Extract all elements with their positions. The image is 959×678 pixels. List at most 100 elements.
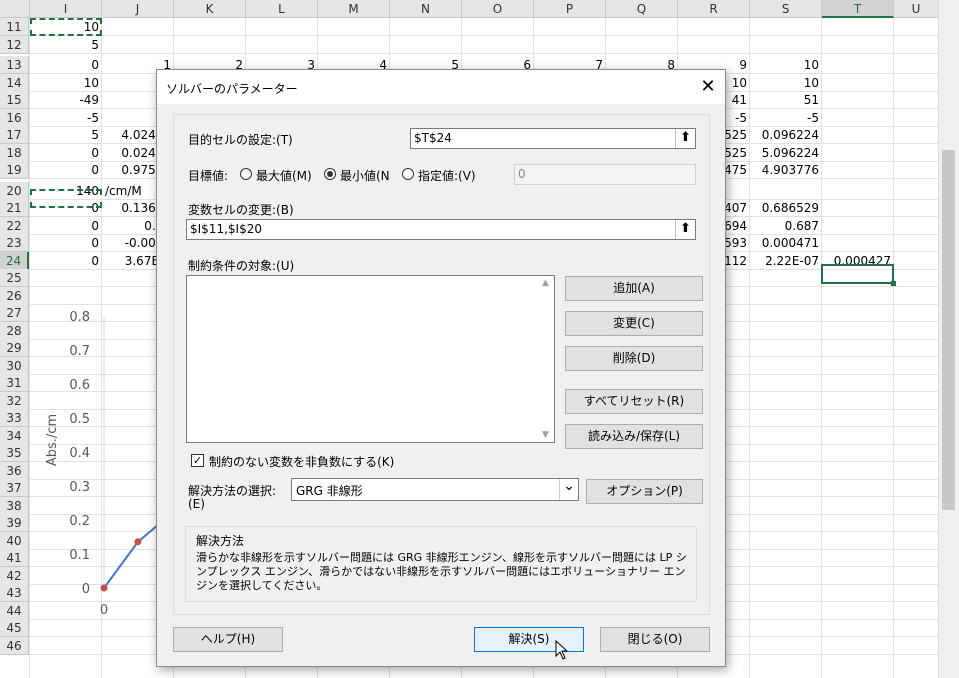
nonnegative-checkbox[interactable]: ✓ [191, 454, 204, 467]
row-header-32[interactable]: 32 [0, 391, 29, 410]
constraints-list[interactable]: ▲ ▼ [186, 275, 555, 443]
row-header-39[interactable]: 39 [0, 514, 29, 532]
cell-s18[interactable]: 5.096224 [750, 144, 822, 163]
row-header-18[interactable]: 18 [0, 143, 29, 162]
row-header-38[interactable]: 38 [0, 496, 29, 515]
column-header-p[interactable]: P [534, 0, 606, 18]
cell-i15[interactable]: -49 [30, 91, 102, 110]
row-header-29[interactable]: 29 [0, 339, 29, 357]
row-header-45[interactable]: 45 [0, 619, 29, 637]
row-header-40[interactable]: 40 [0, 531, 29, 550]
row-header-14[interactable]: 14 [0, 73, 29, 92]
row-header-23[interactable]: 23 [0, 234, 29, 252]
radio-min[interactable] [324, 168, 336, 180]
nonnegative-label[interactable]: 制約のない変数を非負数にする(K) [209, 453, 394, 470]
value-of-input[interactable]: 0 [514, 164, 696, 185]
delete-button[interactable]: 削除(D) [565, 346, 703, 371]
column-header-k[interactable]: K [174, 0, 246, 18]
cell-s16[interactable]: -5 [750, 109, 822, 128]
cell-s13[interactable]: 10 [750, 56, 822, 75]
row-header-42[interactable]: 42 [0, 566, 29, 585]
row-header-22[interactable]: 22 [0, 216, 29, 235]
radio-max[interactable] [240, 168, 252, 180]
row-header-17[interactable]: 17 [0, 126, 29, 144]
column-header-s[interactable]: S [750, 0, 822, 18]
row-header-30[interactable]: 30 [0, 356, 29, 375]
options-button[interactable]: オプション(P) [586, 479, 703, 504]
close-button[interactable]: 閉じる(O) [600, 627, 710, 652]
row-header-27[interactable]: 27 [0, 304, 29, 322]
radio-value-of[interactable] [402, 168, 414, 180]
chevron-down-icon[interactable]: ⌄ [559, 479, 578, 500]
row-header-25[interactable]: 25 [0, 269, 29, 287]
fill-handle[interactable] [891, 281, 896, 286]
cell-i14[interactable]: 10 [30, 74, 102, 93]
column-header-j[interactable]: J [102, 0, 174, 18]
column-header-m[interactable]: M [318, 0, 390, 18]
constraints-scrollbar[interactable]: ▲ ▼ [538, 276, 554, 442]
row-header-24[interactable]: 24 [0, 251, 29, 270]
vertical-scrollbar[interactable] [938, 0, 959, 678]
close-icon[interactable]: ✕ [691, 70, 725, 104]
cell-i16[interactable]: -5 [30, 109, 102, 128]
cell-s21[interactable]: 0.686529 [750, 199, 822, 218]
objective-input[interactable]: $T$24 ⬆ [410, 128, 696, 149]
radio-min-label[interactable]: 最小値(N [340, 167, 390, 184]
row-header-36[interactable]: 36 [0, 461, 29, 480]
variables-input[interactable]: $I$11,$I$20 ⬆ [186, 219, 696, 240]
dialog-titlebar[interactable]: ソルバーのパラメーター ✕ [157, 70, 725, 104]
cell-s17[interactable]: 0.096224 [750, 126, 822, 145]
select-all-corner[interactable] [0, 0, 30, 18]
column-header-r[interactable]: R [678, 0, 750, 18]
column-header-i[interactable]: I [30, 0, 102, 18]
cell-i17[interactable]: 5 [30, 126, 102, 145]
row-header-44[interactable]: 44 [0, 601, 29, 620]
cell-s23[interactable]: 0.000471 [750, 234, 822, 253]
cell-i22[interactable]: 0 [30, 217, 102, 236]
row-header-20[interactable]: 20 [0, 181, 29, 200]
cell-i24[interactable]: 0 [30, 252, 102, 271]
scroll-down-icon[interactable]: ▼ [542, 430, 549, 440]
variables-collapse-icon[interactable]: ⬆ [675, 220, 695, 239]
cell-i13[interactable]: 0 [30, 56, 102, 75]
column-header-n[interactable]: N [390, 0, 462, 18]
row-header-19[interactable]: 19 [0, 161, 29, 179]
cell-i23[interactable]: 0 [30, 234, 102, 253]
chart[interactable]: Abs./cm 0.8 0.7 0.6 0.5 0.4 0.3 0.2 0.1 0 0 [30, 300, 160, 630]
cell-s19[interactable]: 4.903776 [750, 161, 822, 180]
active-cell-t24[interactable] [821, 264, 894, 284]
row-header-12[interactable]: 12 [0, 35, 29, 54]
column-header-u[interactable]: U [894, 0, 939, 18]
load-save-button[interactable]: 読み込み/保存(L) [565, 424, 703, 449]
help-button[interactable]: ヘルプ(H) [173, 627, 283, 652]
row-header-15[interactable]: 15 [0, 91, 29, 109]
scroll-up-icon[interactable]: ▲ [542, 278, 549, 288]
reset-all-button[interactable]: すべてリセット(R) [565, 389, 703, 414]
radio-max-label[interactable]: 最大値(M) [256, 167, 312, 184]
solver-parameters-dialog[interactable]: ソルバーのパラメーター ✕ 目的セルの設定:(T) $T$24 ⬆ 目標値: 最… [156, 69, 726, 667]
column-header-t[interactable]: T [822, 0, 894, 18]
row-header-33[interactable]: 33 [0, 409, 29, 427]
cell-s24[interactable]: 2.22E-07 [750, 252, 822, 271]
row-header-26[interactable]: 26 [0, 286, 29, 305]
row-header-11[interactable]: 11 [0, 18, 29, 36]
cell-i12[interactable]: 5 [30, 36, 102, 55]
row-header-34[interactable]: 34 [0, 426, 29, 445]
scrollbar-thumb[interactable] [942, 150, 955, 510]
row-header-28[interactable]: 28 [0, 321, 29, 340]
row-header-16[interactable]: 16 [0, 108, 29, 127]
column-header-q[interactable]: Q [606, 0, 678, 18]
row-header-41[interactable]: 41 [0, 549, 29, 567]
row-header-43[interactable]: 43 [0, 584, 29, 602]
row-header-37[interactable]: 37 [0, 479, 29, 497]
method-select[interactable]: GRG 非線形 ⌄ [291, 478, 579, 501]
cell-s22[interactable]: 0.687 [750, 217, 822, 236]
cell-i18[interactable]: 0 [30, 144, 102, 163]
add-button[interactable]: 追加(A) [565, 276, 703, 301]
row-header-35[interactable]: 35 [0, 444, 29, 462]
cell-s14[interactable]: 10 [750, 74, 822, 93]
column-header-l[interactable]: L [246, 0, 318, 18]
row-header-46[interactable]: 46 [0, 636, 29, 655]
cell-i19[interactable]: 0 [30, 161, 102, 180]
cell-s15[interactable]: 51 [750, 91, 822, 110]
